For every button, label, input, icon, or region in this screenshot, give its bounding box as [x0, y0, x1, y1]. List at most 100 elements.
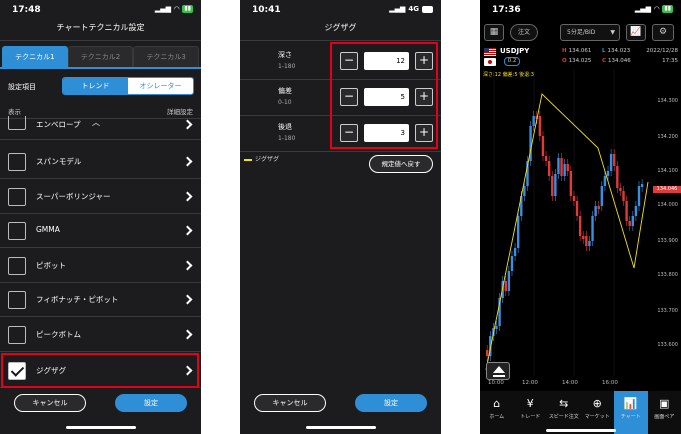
chart-toolbar: ▦ 注文 5分足/BID ▼ 📈 ⚙ — [480, 22, 681, 44]
candle — [547, 161, 551, 176]
candle — [538, 116, 542, 136]
checkbox[interactable] — [8, 222, 26, 240]
candle — [597, 206, 600, 209]
trade-icon: ¥ — [526, 397, 534, 410]
spread: 0.2 — [504, 57, 520, 66]
eject-icon[interactable] — [486, 362, 510, 380]
y-tick: 133.700 — [657, 308, 678, 314]
nav-speed-order[interactable]: ⇆ スピード注文 — [547, 391, 581, 434]
grid-menu-icon[interactable]: ▦ — [484, 24, 504, 41]
item-label: ピークボトム — [36, 330, 81, 339]
page-title: チャートテクニカル設定 — [56, 23, 145, 32]
network-label: 4G — [408, 5, 419, 13]
timeframe-value: 5分足/BID — [567, 29, 596, 36]
candle — [560, 158, 563, 176]
high-label: H — [562, 48, 567, 54]
candle — [563, 164, 566, 176]
current-price-tag: 134.046 — [653, 186, 681, 193]
y-tick: 134.000 — [657, 202, 678, 208]
reset-defaults-button[interactable]: 規定値へ戻す — [369, 155, 433, 173]
candle — [513, 248, 517, 256]
chevron-right-icon — [182, 329, 193, 340]
segment-oscillator[interactable]: オシレーター — [128, 78, 193, 94]
cancel-button[interactable]: キャンセル — [14, 394, 86, 412]
candle — [628, 221, 631, 226]
list-item[interactable]: フィボナッチ・ピボット — [0, 283, 201, 317]
x-tick: 10:00 — [488, 380, 504, 386]
item-label: GMMA — [36, 225, 60, 234]
signal-icon: ▂▄▆ — [389, 5, 406, 13]
close-label: C — [602, 58, 607, 64]
list-item[interactable]: エンベロープ ︿ — [0, 112, 201, 140]
highlight-box — [330, 42, 438, 149]
chevron-right-icon — [182, 119, 193, 130]
home-indicator — [545, 429, 616, 432]
item-label: エンベロープ — [36, 120, 81, 129]
candle — [569, 171, 573, 196]
param-range: 0-10 — [278, 99, 292, 106]
nav-trade[interactable]: ¥ トレード — [514, 391, 548, 434]
chevron-right-icon — [182, 260, 193, 271]
candle — [572, 196, 576, 201]
setting-category-label: 設定項目 — [8, 83, 36, 91]
candle — [591, 216, 594, 241]
checkbox[interactable] — [8, 153, 26, 171]
cancel-button[interactable]: キャンセル — [254, 394, 326, 412]
order-button[interactable]: 注文 — [510, 24, 538, 41]
list-item[interactable]: スパンモデル — [0, 145, 201, 179]
status-bar: 10:41 ▂▄▆ 4G — [240, 0, 441, 20]
clock: 17:35 — [662, 58, 678, 64]
technical-tabs: テクニカル1 テクニカル2 テクニカル3 — [2, 46, 200, 68]
home-indicator — [305, 426, 376, 429]
nav-chart[interactable]: 📊 チャート — [614, 391, 648, 434]
list-item[interactable]: ピークボトム — [0, 318, 201, 352]
chart-type-icon[interactable]: 📈 — [626, 24, 646, 41]
open-value: 134.025 — [568, 58, 592, 64]
checkbox[interactable] — [8, 188, 26, 206]
close-value: 134.046 — [608, 58, 631, 64]
item-label: ピボット — [36, 261, 66, 270]
low-label: L — [602, 48, 606, 54]
screen-pair-icon: ▣ — [659, 397, 670, 410]
low-value: 134.023 — [607, 48, 631, 54]
nav-market[interactable]: ⊕ マーケット — [581, 391, 615, 434]
setting-category-row: 設定項目 トレンド オシレーター — [0, 77, 201, 99]
ok-button[interactable]: 設定 — [115, 394, 187, 412]
item-label: フィボナッチ・ピボット — [36, 295, 119, 304]
candle — [594, 206, 597, 216]
zigzag-line — [485, 93, 649, 371]
zigzag-indicator-label: 深さ:12 偏差:5 後退:3 — [483, 72, 534, 78]
param-name: 深さ — [278, 51, 292, 59]
candle — [510, 256, 514, 271]
nav-home[interactable]: ⌂ ホーム — [480, 391, 514, 434]
candlestick-chart[interactable] — [480, 70, 681, 392]
tab-technical-2[interactable]: テクニカル2 — [67, 46, 134, 68]
y-tick: 133.800 — [657, 272, 678, 278]
tab-technical-1[interactable]: テクニカル1 — [2, 46, 68, 68]
nav-screen-pair[interactable]: ▣ 画面ペア — [648, 391, 681, 434]
zigzag-settings-screen: 10:41 ▂▄▆ 4G ジグザグ 深さ 1-180 − 12 + 偏差 0-10… — [240, 0, 441, 434]
battery-icon: ▮▮ — [182, 5, 193, 13]
y-tick: 134.100 — [657, 168, 678, 174]
candle — [634, 206, 638, 216]
segment-trend[interactable]: トレンド — [63, 78, 128, 94]
signal-icon: ▂▄▆ — [154, 5, 171, 13]
list-item[interactable]: スーパーボリンジャー — [0, 180, 201, 214]
checkbox[interactable] — [8, 116, 26, 130]
candle — [575, 201, 579, 216]
candle — [613, 154, 616, 166]
chart-settings-icon[interactable]: ⚙ — [652, 24, 674, 41]
home-icon: ⌂ — [493, 397, 501, 410]
checkbox[interactable] — [8, 291, 26, 309]
checkbox[interactable] — [8, 257, 26, 275]
candle — [637, 186, 641, 206]
battery-icon — [422, 5, 433, 13]
checkbox[interactable] — [8, 326, 26, 344]
ok-button[interactable]: 設定 — [355, 394, 427, 412]
signal-icon: ▂▄▆ — [634, 5, 651, 13]
candle — [588, 241, 591, 246]
list-item[interactable]: ピボット — [0, 249, 201, 283]
timeframe-select[interactable]: 5分足/BID ▼ — [560, 24, 620, 41]
list-item[interactable]: GMMA — [0, 214, 201, 248]
tab-technical-3[interactable]: テクニカル3 — [133, 46, 200, 68]
